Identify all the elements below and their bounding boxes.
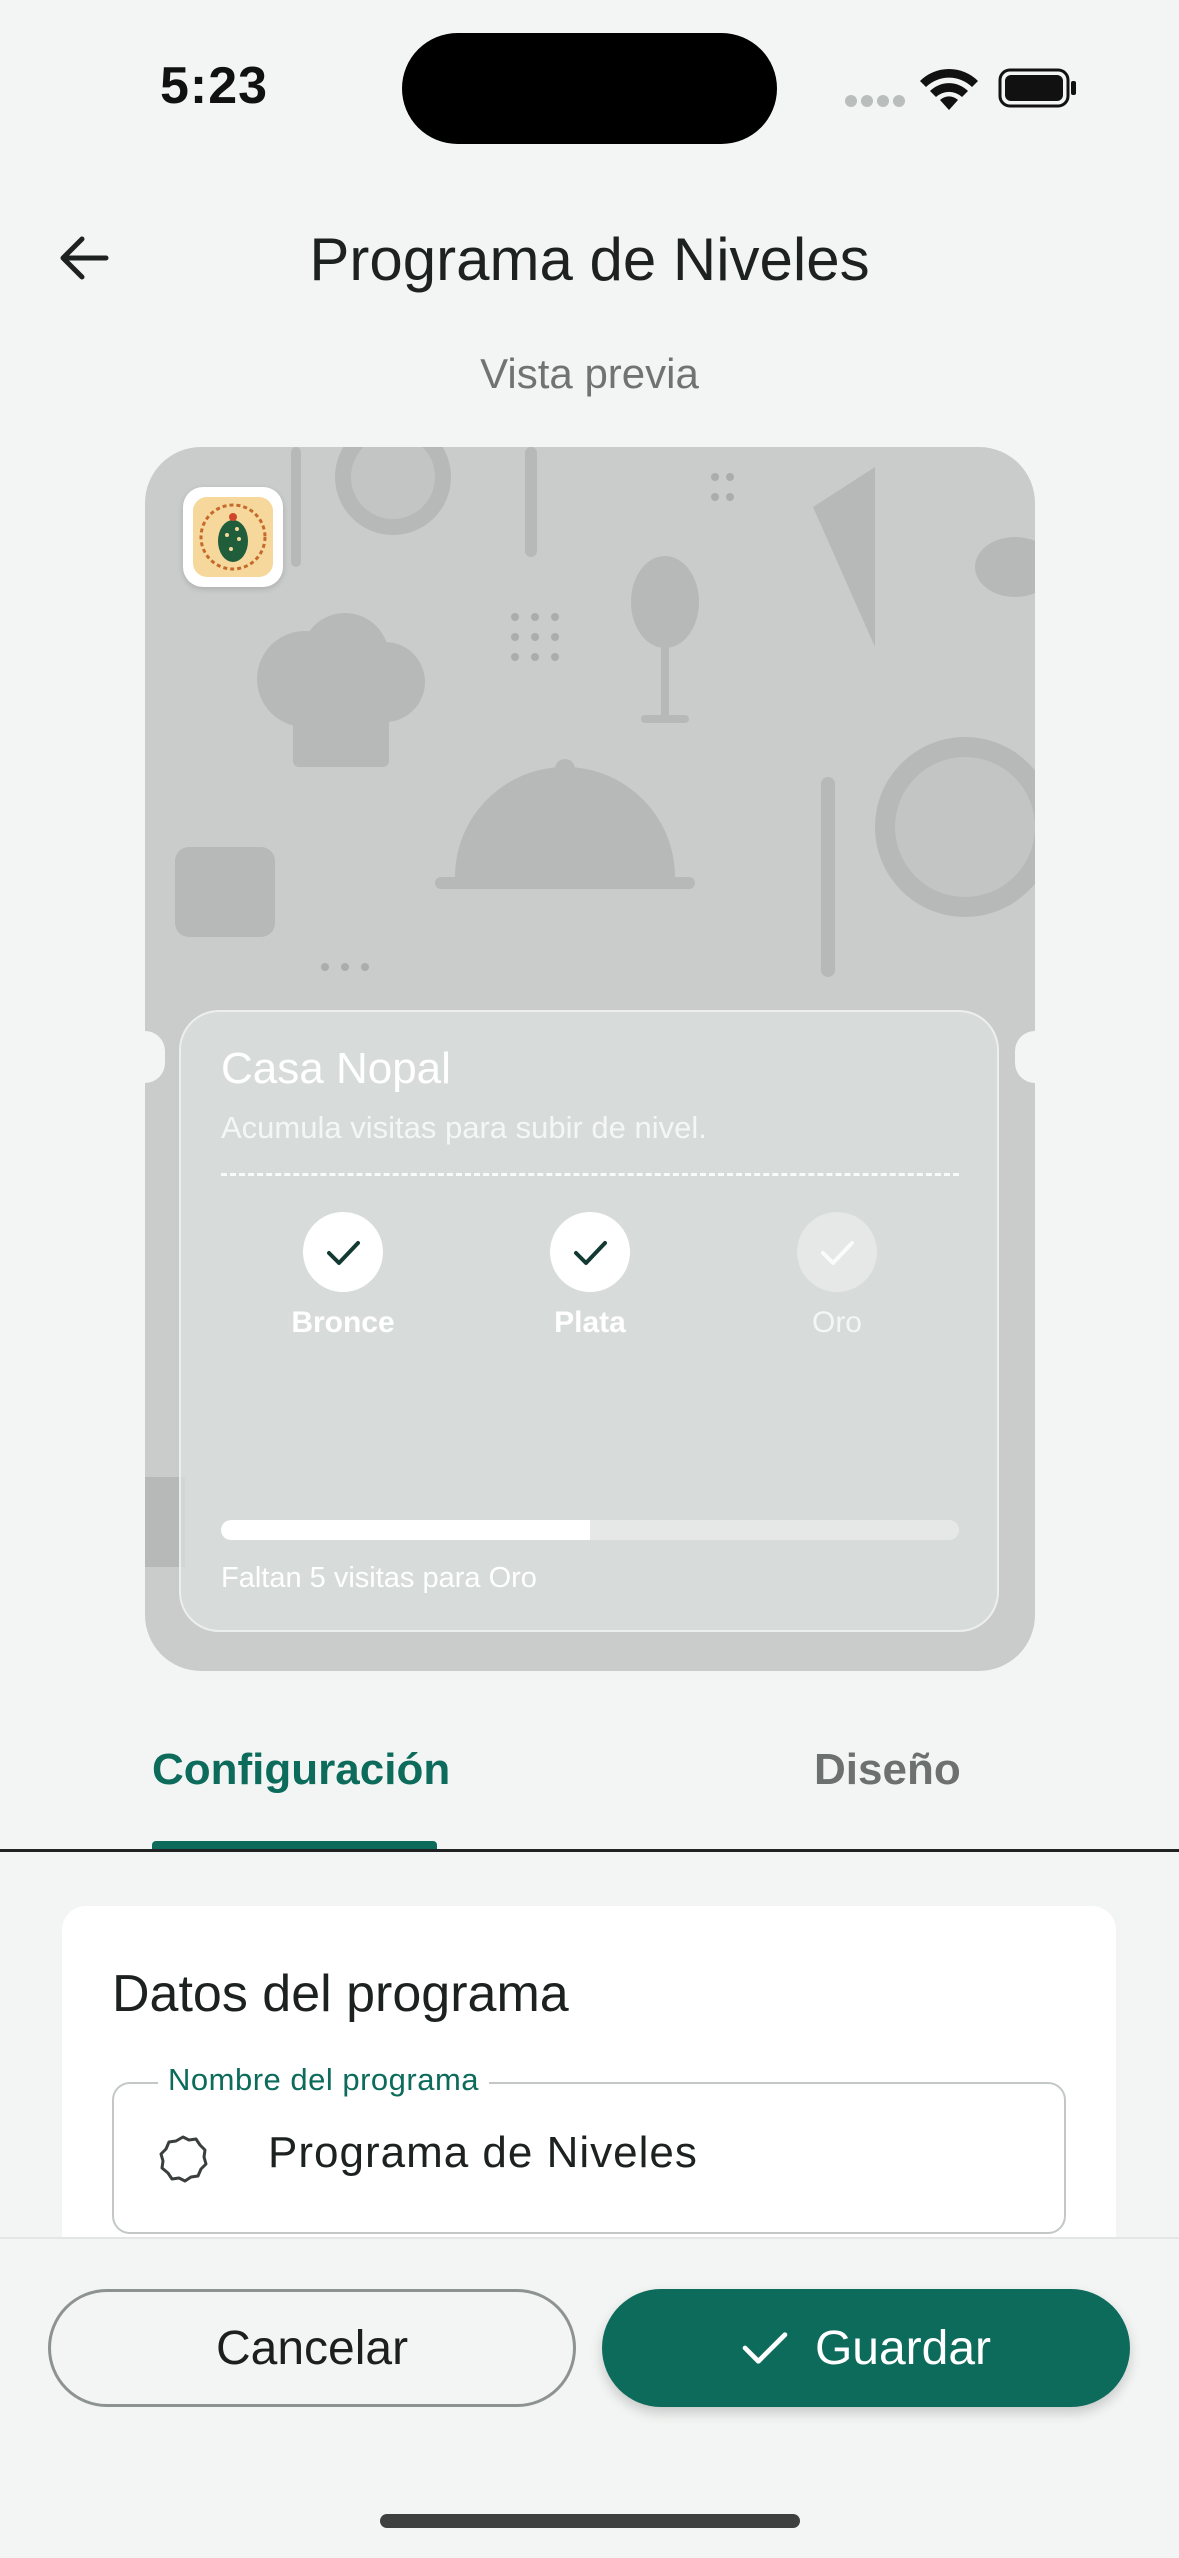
wifi-icon — [920, 68, 978, 110]
bottom-action-bar: Cancelar Guardar — [0, 2237, 1179, 2558]
check-icon — [821, 1241, 854, 1265]
tier-gold-label: Oro — [811, 1306, 862, 1339]
check-icon — [327, 1241, 360, 1265]
active-tab-indicator — [152, 1841, 437, 1849]
business-name: Casa Nopal — [221, 1044, 451, 1093]
status-time: 5:23 — [160, 57, 269, 115]
tier-bronze-label: Bronce — [291, 1306, 395, 1339]
check-icon — [574, 1241, 607, 1265]
cellular-signal-icon — [845, 95, 905, 107]
program-name-field[interactable]: Nombre del programa — [112, 2062, 1066, 2234]
preview-label: Vista previa — [480, 350, 699, 397]
dynamic-island — [402, 33, 777, 144]
tier-silver-label: Plata — [554, 1306, 626, 1339]
tier-silver-badge — [550, 1212, 630, 1292]
tab-diseno[interactable]: Diseño — [814, 1745, 961, 1795]
progress-text: Faltan 5 visitas para Oro — [221, 1562, 537, 1594]
battery-icon — [998, 68, 1076, 108]
tier-bronze-badge — [303, 1212, 383, 1292]
card-preview: Casa Nopal Acumula visitas para subir de… — [145, 447, 1035, 1671]
section-title: Datos del programa — [112, 1965, 569, 2023]
circle-outline-icon — [159, 2135, 208, 2183]
page-title: Programa de Niveles — [309, 226, 870, 293]
save-button-label: Guardar — [814, 2321, 992, 2375]
tab-divider — [0, 1849, 1179, 1852]
save-button[interactable]: Guardar — [602, 2289, 1130, 2407]
cancel-button-label: Cancelar — [215, 2321, 409, 2375]
tab-configuracion[interactable]: Configuración — [152, 1745, 450, 1795]
progress-track — [221, 1520, 959, 1540]
cancel-button[interactable]: Cancelar — [48, 2289, 576, 2407]
program-name-label: Nombre del programa — [158, 2062, 490, 2098]
card-subtitle: Acumula visitas para subir de nivel. — [221, 1110, 707, 1145]
check-icon — [742, 2332, 788, 2364]
tier-panel: Casa Nopal Acumula visitas para subir de… — [179, 1010, 999, 1632]
program-name-input[interactable] — [268, 2128, 1028, 2178]
tier-gold-badge — [797, 1212, 877, 1292]
cactus-logo-icon — [193, 497, 273, 577]
progress-fill — [221, 1520, 590, 1540]
home-indicator — [380, 2514, 800, 2528]
business-logo — [183, 487, 283, 587]
dashed-divider — [221, 1173, 959, 1176]
